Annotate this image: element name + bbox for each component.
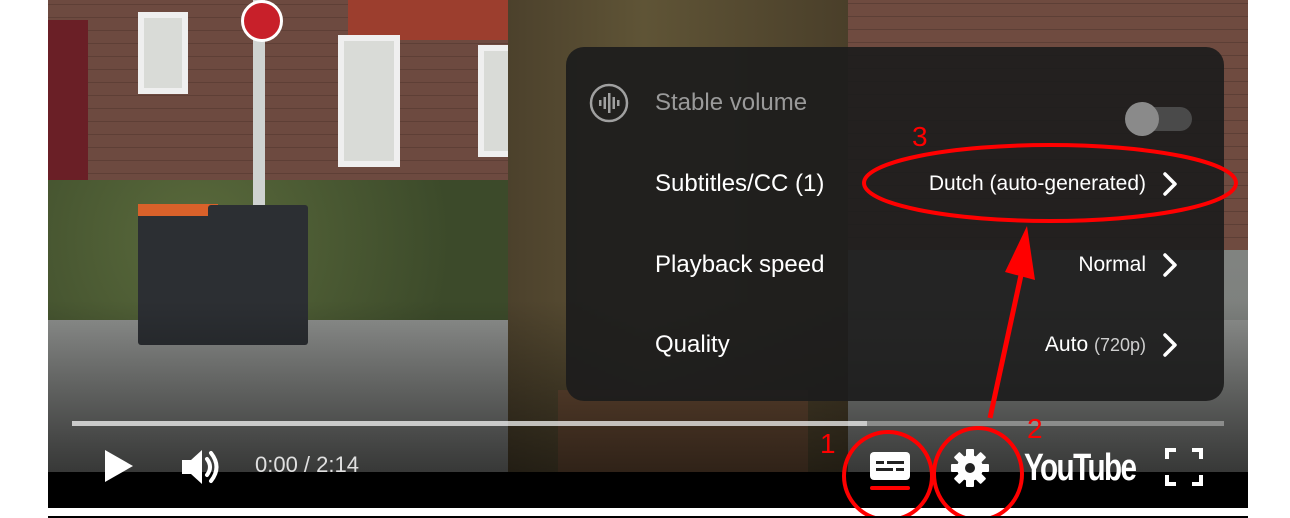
menu-item-stable-volume[interactable]: Stable volume bbox=[566, 63, 1224, 143]
menu-item-value: Normal bbox=[1078, 253, 1146, 276]
stable-volume-toggle[interactable] bbox=[1122, 101, 1194, 137]
chevron-right-icon bbox=[1163, 253, 1177, 277]
subtitles-icon[interactable] bbox=[868, 448, 912, 492]
settings-menu: Stable volume Subtitles/CC (1) Dutch (au… bbox=[566, 47, 1224, 401]
time-display: 0:00 / 2:14 bbox=[255, 452, 359, 477]
annotation-label-1: 1 bbox=[820, 428, 836, 459]
menu-item-playback-speed[interactable]: Playback speed Normal bbox=[566, 225, 1224, 305]
settings-gear-icon[interactable] bbox=[950, 448, 990, 488]
play-icon[interactable] bbox=[98, 446, 138, 486]
menu-item-label: Subtitles/CC (1) bbox=[655, 170, 825, 197]
stable-volume-icon bbox=[589, 83, 629, 123]
fullscreen-icon[interactable] bbox=[1164, 447, 1204, 487]
menu-item-label: Stable volume bbox=[655, 89, 808, 116]
menu-item-value: Auto (720p) bbox=[1044, 333, 1146, 356]
menu-item-quality[interactable]: Quality Auto (720p) bbox=[566, 305, 1224, 385]
progress-bar-loaded bbox=[72, 421, 867, 426]
menu-item-subtitles[interactable]: Subtitles/CC (1) Dutch (auto-generated) bbox=[566, 144, 1224, 224]
youtube-logo[interactable]: YouTube bbox=[1024, 444, 1137, 492]
chevron-right-icon bbox=[1163, 172, 1177, 196]
volume-icon[interactable] bbox=[178, 444, 224, 490]
chevron-right-icon bbox=[1163, 333, 1177, 357]
annotation-label-2: 2 bbox=[1027, 413, 1043, 444]
menu-item-label: Quality bbox=[655, 331, 730, 358]
annotation-label-3: 3 bbox=[912, 121, 928, 152]
player-controls: 0:00 / 2:14 YouTube bbox=[48, 430, 1248, 508]
menu-item-label: Playback speed bbox=[655, 251, 825, 278]
menu-item-value: Dutch (auto-generated) bbox=[928, 172, 1146, 195]
